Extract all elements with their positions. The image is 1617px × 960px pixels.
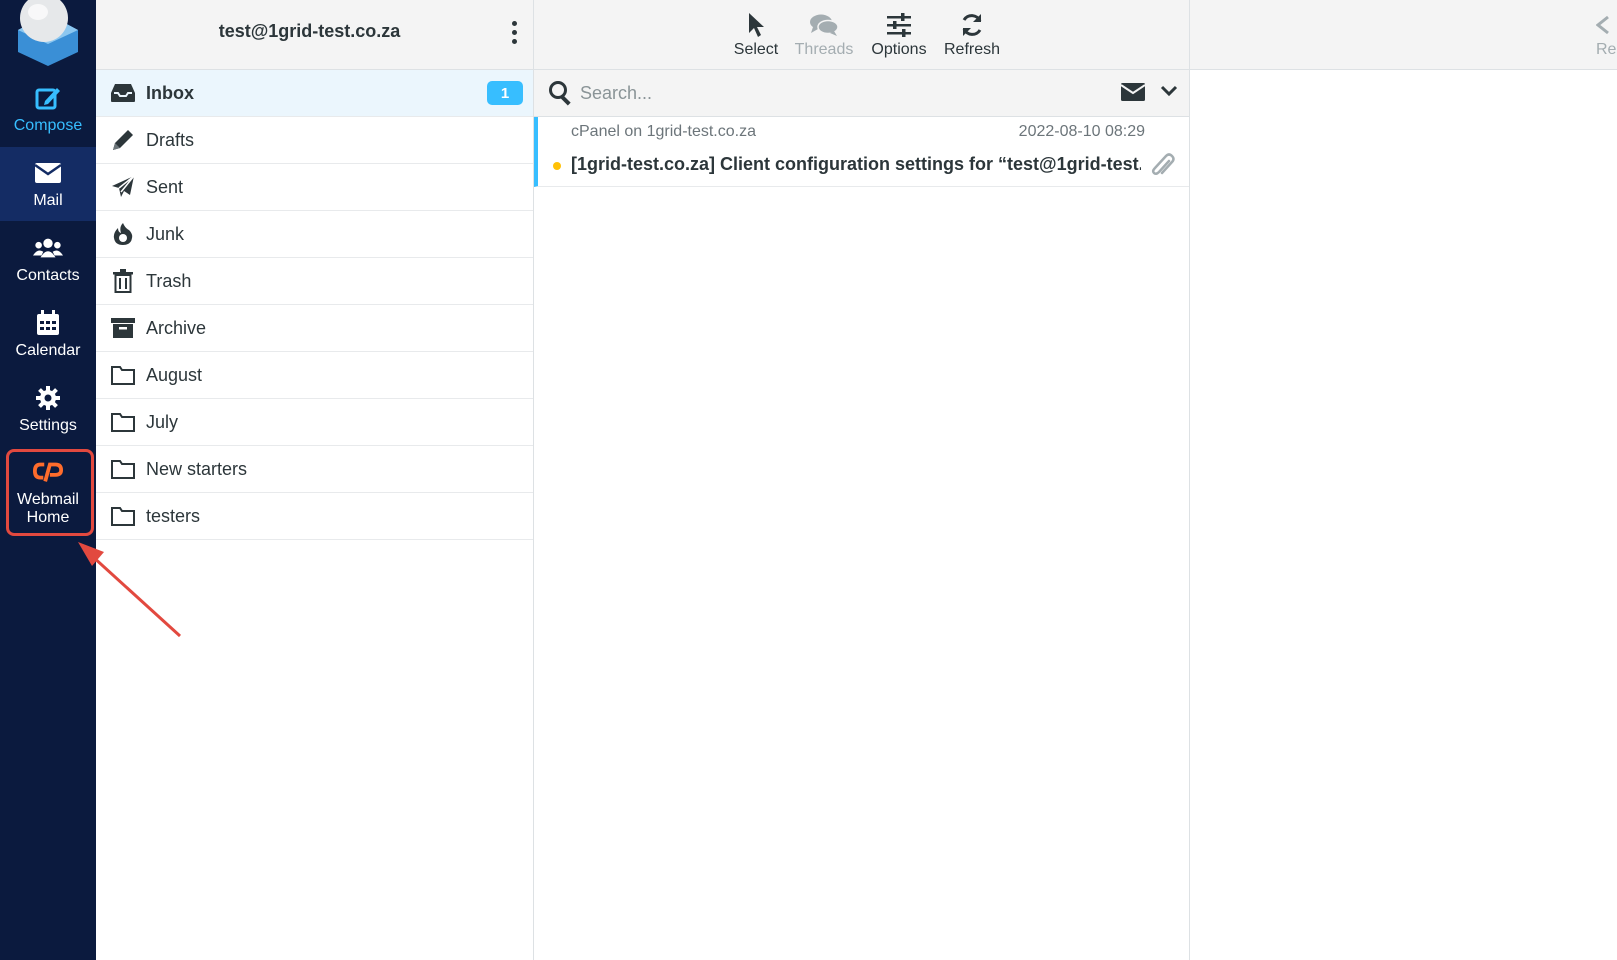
more-options-icon[interactable] [504, 18, 524, 46]
account-name: test@1grid-test.co.za [218, 20, 401, 41]
message-toolbar: Select Threads Options Refresh [534, 0, 1189, 70]
message-date: 2022-08-10 08:29 [1018, 123, 1145, 140]
paperclip-icon [1151, 153, 1175, 179]
preview-pane: Re [1190, 0, 1617, 960]
refresh-label: Refresh [943, 41, 1001, 58]
pencil-icon [110, 127, 136, 153]
users-icon [33, 233, 63, 263]
reply-button[interactable]: Re [1596, 4, 1617, 64]
nav-compose-label: Compose [13, 117, 83, 134]
search-icon[interactable] [548, 80, 574, 106]
options-label: Options [871, 41, 927, 58]
webmail-app: Compose Mail Contacts Calendar Settings [0, 0, 1617, 960]
nav-settings-label: Settings [19, 417, 77, 434]
nav-webmail-label-1: Webmail [17, 491, 79, 508]
reply-icon [1596, 9, 1610, 41]
folder-pane-header: test@1grid-test.co.za [96, 0, 533, 70]
sliders-icon [886, 9, 912, 41]
envelope-filter-icon[interactable] [1120, 82, 1148, 104]
folder-sent[interactable]: Sent [96, 164, 533, 211]
comments-icon [809, 9, 839, 41]
folder-label: July [146, 411, 179, 432]
unread-count-badge: 1 [487, 81, 523, 105]
folder-new-starters[interactable]: New starters [96, 446, 533, 493]
reply-label: Re [1596, 41, 1617, 58]
select-label: Select [733, 41, 779, 58]
folder-junk[interactable]: Junk [96, 211, 533, 258]
folder-label: Inbox [146, 82, 194, 103]
folder-august[interactable]: August [96, 352, 533, 399]
envelope-icon [33, 158, 63, 188]
folder-label: August [146, 364, 203, 385]
folder-label: Drafts [146, 129, 195, 150]
threads-button[interactable]: Threads [786, 4, 862, 64]
left-navigation: Compose Mail Contacts Calendar Settings [0, 0, 96, 960]
nav-calendar[interactable]: Calendar [0, 297, 96, 371]
folder-label: Sent [146, 176, 184, 197]
paper-plane-icon [110, 174, 136, 200]
nav-settings[interactable]: Settings [0, 372, 96, 446]
nav-calendar-label: Calendar [15, 342, 81, 359]
nav-webmail-home[interactable]: Webmail Home [0, 448, 96, 536]
select-button[interactable]: Select [726, 4, 786, 64]
folder-trash[interactable]: Trash [96, 258, 533, 305]
folder-label: testers [146, 505, 201, 526]
folder-icon [110, 456, 136, 482]
chevron-down-icon[interactable] [1160, 84, 1180, 102]
nav-webmail-label-2: Home [26, 509, 70, 526]
threads-label: Threads [794, 41, 854, 58]
inbox-icon [110, 80, 136, 106]
folder-label: Archive [146, 317, 207, 338]
nav-mail-label: Mail [33, 192, 63, 209]
folder-label: Trash [146, 270, 192, 291]
folder-testers[interactable]: testers [96, 493, 533, 540]
archive-icon [110, 315, 136, 341]
gear-icon [33, 383, 63, 413]
folder-july[interactable]: July [96, 399, 533, 446]
refresh-button[interactable]: Refresh [936, 4, 1008, 64]
folder-icon [110, 362, 136, 388]
options-button[interactable]: Options [862, 4, 936, 64]
message-subject: [1grid-test.co.za] Client configuration … [571, 154, 1141, 174]
calendar-icon [33, 308, 63, 338]
nav-compose[interactable]: Compose [0, 72, 96, 146]
folder-label: Junk [146, 223, 185, 244]
refresh-icon [959, 9, 985, 41]
message-list-pane: Select Threads Options Refresh Search...… [534, 0, 1190, 960]
preview-header: Re [1190, 0, 1617, 70]
fire-icon [110, 221, 136, 247]
folder-drafts[interactable]: Drafts [96, 117, 533, 164]
nav-mail[interactable]: Mail [0, 147, 96, 221]
message-row[interactable]: cPanel on 1grid-test.co.za 2022-08-10 08… [534, 117, 1189, 187]
search-bar [534, 70, 1189, 117]
folder-list: Inbox 1 Drafts Sent Junk Trash Archive A… [96, 70, 533, 540]
folder-icon [110, 503, 136, 529]
unread-dot-icon [553, 162, 561, 170]
folder-icon [110, 409, 136, 435]
folder-archive[interactable]: Archive [96, 305, 533, 352]
folder-inbox[interactable]: Inbox 1 [96, 70, 533, 117]
nav-contacts-label: Contacts [16, 267, 80, 284]
nav-contacts[interactable]: Contacts [0, 222, 96, 296]
cursor-icon [747, 9, 765, 41]
folder-label: New starters [146, 458, 248, 479]
message-sender: cPanel on 1grid-test.co.za [571, 123, 756, 140]
search-input[interactable] [580, 76, 1080, 110]
cpanel-icon [33, 457, 63, 487]
compose-icon [33, 83, 63, 113]
folder-pane: test@1grid-test.co.za Inbox 1 Drafts Sen… [96, 0, 534, 960]
trash-icon [110, 268, 136, 294]
roundcube-logo[interactable] [8, 0, 88, 66]
